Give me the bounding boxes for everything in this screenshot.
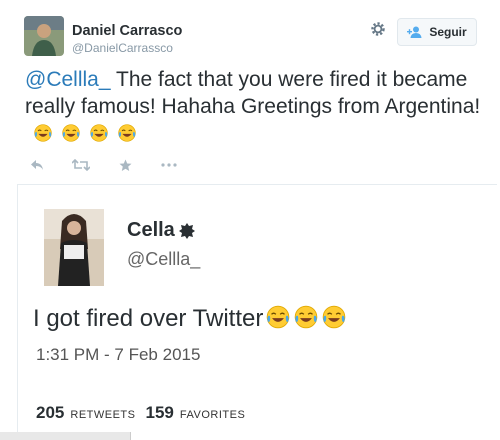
author-name[interactable]: Daniel Carrasco [72, 23, 182, 39]
favorites-label: FAVORITES [179, 409, 246, 421]
quoted-text: I got fired over Twitter [33, 304, 347, 333]
quoted-avatar [44, 209, 104, 286]
follow-label: Seguir [429, 25, 467, 39]
joy-emoji-icon [62, 124, 80, 142]
follow-button[interactable]: Seguir [397, 18, 477, 46]
reply-icon[interactable] [25, 157, 49, 173]
quoted-body: I got fired over Twitter [33, 305, 264, 332]
verified-badge-icon [178, 222, 195, 239]
joy-emoji-icon [118, 124, 136, 142]
mention-link[interactable]: @Cellla_ [25, 68, 111, 91]
joy-emoji-icon [267, 305, 290, 329]
retweet-count: 205 [36, 403, 65, 422]
avatar[interactable] [24, 16, 64, 56]
favorite-count: 159 [145, 403, 174, 422]
tweet-text: @Cellla_ The fact that you were fired it… [25, 66, 485, 147]
joy-emoji-icon [295, 305, 318, 329]
tweet-actions [25, 157, 181, 173]
quoted-timestamp: 1:31 PM - 7 Feb 2015 [36, 345, 201, 364]
quoted-name: Cella [127, 219, 195, 242]
more-icon[interactable] [157, 157, 181, 173]
quoted-stats: 205 RETWEETS 159 FAVORITES [36, 403, 245, 423]
author-handle[interactable]: @DanielCarrassco [72, 41, 173, 55]
joy-emoji-icon [90, 124, 108, 142]
quoted-name-text: Cella [127, 219, 175, 241]
favorite-icon[interactable] [113, 157, 137, 173]
retweet-icon[interactable] [69, 157, 93, 173]
joy-emoji-icon [323, 305, 346, 329]
joy-emoji-icon [34, 124, 52, 142]
add-user-icon [407, 26, 422, 38]
gear-icon[interactable] [369, 20, 387, 38]
quoted-handle: @Cellla_ [127, 249, 201, 269]
retweets-label: RETWEETS [70, 409, 136, 421]
status-strip [0, 432, 131, 440]
